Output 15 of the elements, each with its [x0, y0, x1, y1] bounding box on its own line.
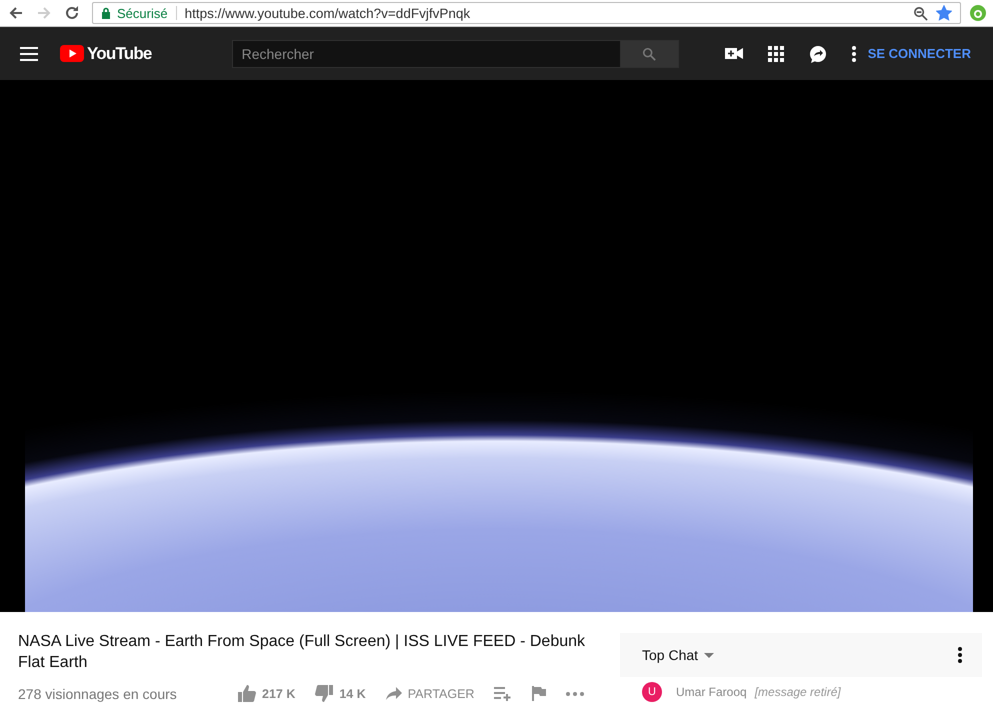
- chat-message: [message retiré]: [754, 685, 841, 699]
- sign-in-button[interactable]: SE CONNECTER: [864, 42, 975, 65]
- like-button[interactable]: 217 K: [238, 685, 296, 702]
- top-chat-dropdown[interactable]: Top Chat: [642, 647, 714, 663]
- video-title: NASA Live Stream - Earth From Space (Full Screen) | ISS LIVE FEED - Debunk Flat Earth: [18, 632, 586, 673]
- address-bar[interactable]: Sécurisé https://www.youtube.com/watch?v=ddFvjfvPnqk: [92, 2, 961, 24]
- avatar: U: [642, 682, 662, 702]
- url-text: https://www.youtube.com/watch?v=ddFvjfvPnqk: [184, 6, 472, 20]
- youtube-logo[interactable]: YouTube: [60, 44, 152, 64]
- security-label: Sécurisé: [117, 6, 168, 20]
- search-field[interactable]: Rechercher: [232, 40, 621, 68]
- share-button[interactable]: PARTAGER: [386, 686, 474, 700]
- dislike-button[interactable]: 14 K: [315, 685, 366, 702]
- view-count: 278 visionnages en cours: [18, 686, 178, 702]
- chat-author: Umar Farooq: [676, 685, 747, 699]
